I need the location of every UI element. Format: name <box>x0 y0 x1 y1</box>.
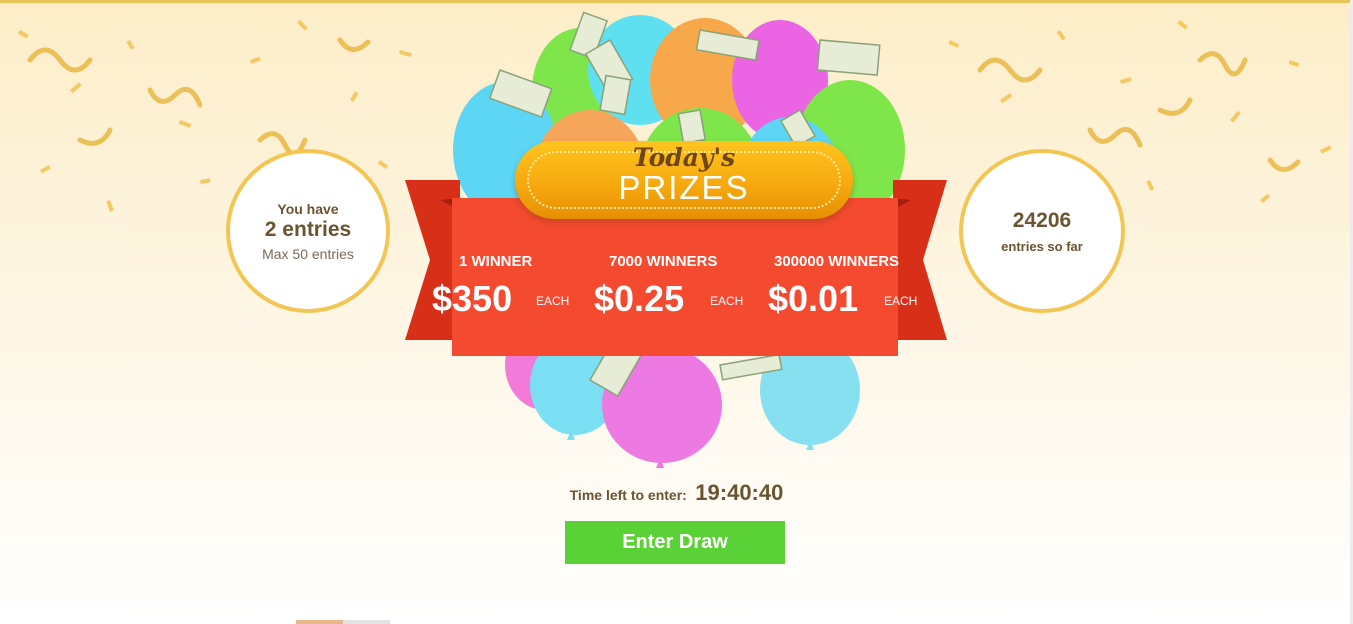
entries-count: 2 entries <box>264 217 352 241</box>
user-entries-card: You have 2 entries Max 50 entries <box>226 149 390 313</box>
prize-each-label: EACH <box>710 294 744 308</box>
ribbon-right-tail <box>893 180 947 340</box>
entries-max: Max 50 entries <box>262 245 354 262</box>
badge-script-text: Today's <box>632 143 736 172</box>
bottom-tab-indicator-secondary <box>343 620 390 624</box>
badge-title: PRIZES <box>618 169 750 206</box>
prize-amount: $0.25 <box>594 278 685 319</box>
total-entries-card: 24206 entries so far <box>959 149 1125 313</box>
prize-winners-label: 7000 WINNERS <box>609 253 718 270</box>
bottom-tab-indicator <box>296 620 343 624</box>
top-border <box>0 0 1353 3</box>
timer-label: Time left to enter: <box>569 487 687 503</box>
total-entries-count: 24206 <box>1012 208 1072 232</box>
entries-intro: You have <box>277 200 339 217</box>
countdown-timer: Time left to enter: 19:40:40 <box>0 480 1353 506</box>
prize-amount: $350 <box>432 278 513 319</box>
total-entries-label: entries so far <box>1001 238 1083 254</box>
timer-value: 19:40:40 <box>695 480 784 505</box>
prize-each-label: EACH <box>884 294 918 308</box>
prize-amount: $0.01 <box>768 278 859 319</box>
todays-prizes-badge: Today's PRIZES <box>515 141 853 219</box>
prize-winners-label: 300000 WINNERS <box>774 253 900 270</box>
enter-draw-button[interactable]: Enter Draw <box>565 521 785 564</box>
prize-each-label: EACH <box>536 294 570 308</box>
prize-winners-label: 1 WINNER <box>459 253 533 270</box>
prizes-banner: 1 WINNER $350 EACH 7000 WINNERS $0.25 EA… <box>432 198 917 356</box>
